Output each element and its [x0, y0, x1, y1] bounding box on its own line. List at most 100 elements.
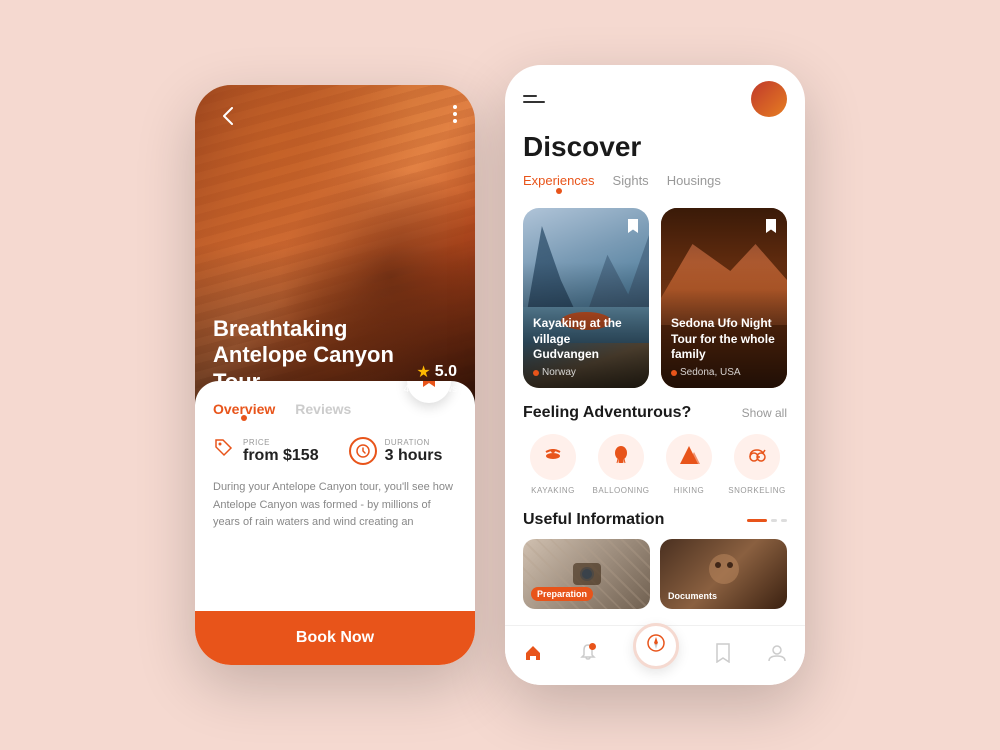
kayaking-card[interactable]: Kayaking at the village Gudvangen Norway [523, 208, 649, 388]
activities-row: KAYAKING BALLOONING [523, 434, 787, 495]
duration-label: DURATION [385, 438, 443, 447]
camera-lens [580, 567, 594, 581]
face-shape [709, 554, 739, 584]
menu-line-2 [523, 101, 545, 103]
sedona-card-location: Sedona, USA [671, 367, 777, 378]
hiking-label: HIKING [674, 486, 705, 495]
rating-reviews: 472 reviews [404, 384, 457, 395]
snorkeling-label: SNORKELING [728, 486, 785, 495]
phones-container: Breathtaking Antelope Canyon Tour ★ 5.0 … [195, 65, 805, 685]
nav-compass-fab[interactable] [633, 623, 679, 669]
left-phone-content: Overview Reviews PRICE from $158 [195, 381, 475, 665]
ballooning-label: BALLOONING [592, 486, 649, 495]
phone-left: Breathtaking Antelope Canyon Tour ★ 5.0 … [195, 85, 475, 665]
kayaking-icon-circle [530, 434, 576, 480]
back-button[interactable] [213, 101, 243, 131]
snorkeling-icon-circle [734, 434, 780, 480]
rating-score: 5.0 [435, 363, 457, 381]
price-box: PRICE from $158 [213, 437, 319, 465]
prep-label: Preparation [531, 587, 650, 601]
activity-snorkeling[interactable]: SNORKELING [727, 434, 787, 495]
sedona-card-info: Sedona Ufo Night Tour for the whole fami… [671, 316, 777, 378]
sedona-location-dot [671, 370, 677, 376]
card-bookmark-icon[interactable] [627, 218, 639, 239]
tour-description: During your Antelope Canyon tour, you'll… [213, 479, 457, 532]
adventurous-title: Feeling Adventurous? [523, 404, 691, 422]
price-info: PRICE from $158 [243, 438, 319, 465]
tour-title: Breathtaking Antelope Canyon Tour [213, 316, 404, 395]
category-tabs: Experiences Sights Housings [523, 173, 787, 194]
kayaking-icon [542, 444, 564, 471]
nav-home[interactable] [523, 643, 543, 668]
tab-overview[interactable]: Overview [213, 401, 275, 421]
clock-icon [349, 437, 377, 465]
nav-notifications[interactable] [578, 643, 598, 668]
notification-badge [589, 643, 596, 650]
activity-hiking[interactable]: HIKING [659, 434, 719, 495]
avatar[interactable] [751, 81, 787, 117]
docs-label: Documents [668, 591, 787, 601]
snorkeling-icon [746, 444, 768, 471]
carousel-dot-3 [781, 519, 787, 522]
carousel-dot-2 [771, 519, 777, 522]
sedona-bookmark-icon[interactable] [765, 218, 777, 239]
hiking-icon-circle [666, 434, 712, 480]
documents-label: Documents [668, 591, 717, 601]
place-cards-row: Kayaking at the village Gudvangen Norway [523, 208, 787, 388]
kayaking-location-text: Norway [542, 367, 576, 378]
tab-experiences[interactable]: Experiences [523, 173, 595, 194]
discover-title: Discover [523, 131, 787, 163]
eye-left [715, 562, 721, 568]
price-tag-icon [213, 437, 235, 465]
menu-line-1 [523, 95, 537, 97]
menu-button[interactable] [523, 95, 545, 103]
kayaking-card-info: Kayaking at the village Gudvangen Norway [533, 316, 639, 378]
activity-kayaking[interactable]: KAYAKING [523, 434, 583, 495]
duration-box: DURATION 3 hours [349, 437, 443, 465]
hiking-icon [678, 444, 700, 471]
compass-icon [647, 634, 665, 657]
nav-profile[interactable] [767, 643, 787, 668]
useful-cards-row: Preparation Documents [523, 539, 787, 609]
left-phone-header [195, 101, 475, 131]
price-duration-row: PRICE from $158 DURATION 3 hours [213, 437, 457, 465]
star-icon: ★ [416, 362, 430, 382]
book-now-button[interactable]: Book Now [195, 611, 475, 665]
adventurous-section-header: Feeling Adventurous? Show all [523, 404, 787, 422]
activity-ballooning[interactable]: BALLOONING [591, 434, 651, 495]
more-options-button[interactable] [453, 105, 457, 128]
hero-image: Breathtaking Antelope Canyon Tour ★ 5.0 … [195, 85, 475, 405]
carousel-dot-active [747, 519, 767, 522]
avatar-image [751, 81, 787, 117]
nav-bookmarks[interactable] [714, 643, 732, 668]
documents-card[interactable]: Documents [660, 539, 787, 609]
tab-sights[interactable]: Sights [613, 173, 649, 194]
bottom-nav [505, 625, 805, 685]
price-value: from $158 [243, 447, 319, 464]
show-all-button[interactable]: Show all [742, 406, 787, 420]
kayaking-label: KAYAKING [531, 486, 575, 495]
carousel-dots [747, 519, 787, 522]
ballooning-icon [610, 444, 632, 471]
right-phone-content: Discover Experiences Sights Housings [505, 65, 805, 625]
useful-section: Useful Information [523, 511, 787, 609]
tab-reviews[interactable]: Reviews [295, 401, 351, 421]
preparation-card[interactable]: Preparation [523, 539, 650, 609]
home-icon [523, 643, 543, 668]
ballooning-icon-circle [598, 434, 644, 480]
sedona-card[interactable]: Sedona Ufo Night Tour for the whole fami… [661, 208, 787, 388]
right-header [523, 81, 787, 117]
useful-title: Useful Information [523, 511, 664, 529]
camera-body [573, 563, 601, 585]
phone-right: Discover Experiences Sights Housings [505, 65, 805, 685]
useful-header: Useful Information [523, 511, 787, 529]
hero-title-area: Breathtaking Antelope Canyon Tour ★ 5.0 … [213, 316, 457, 395]
location-dot [533, 370, 539, 376]
price-label: PRICE [243, 438, 319, 447]
tab-housings[interactable]: Housings [667, 173, 721, 194]
eye-right [727, 562, 733, 568]
bookmark-nav-icon [714, 643, 732, 668]
duration-value: 3 hours [385, 447, 443, 464]
rating-stars: ★ 5.0 [416, 362, 457, 382]
preparation-label: Preparation [531, 587, 593, 601]
